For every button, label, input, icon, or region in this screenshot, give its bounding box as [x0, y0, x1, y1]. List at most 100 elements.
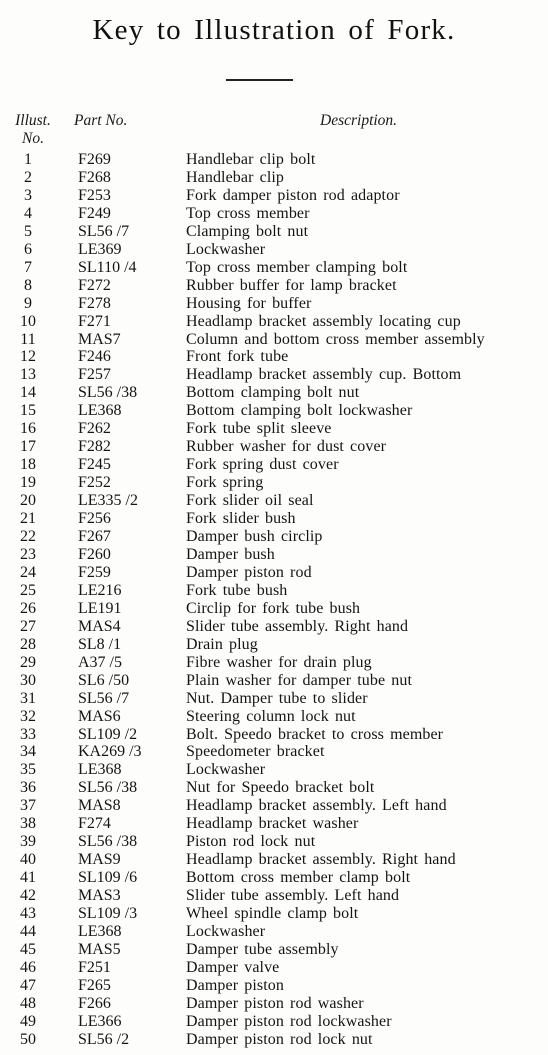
- illust-number: 18: [20, 456, 36, 474]
- illust-number: 11: [20, 330, 36, 348]
- illust-number: 39: [20, 833, 36, 851]
- column-header-illust-line2: No.: [22, 130, 44, 147]
- table-row: 43 SL109 /3 Wheel spindle clamp bolt: [0, 905, 548, 923]
- table-row: 19 F252 Fork spring: [0, 474, 548, 492]
- part-number: SL109 /3: [78, 905, 138, 923]
- part-description: Handlebar clip bolt: [186, 151, 316, 168]
- illust-number: 47: [20, 976, 36, 994]
- table-row: 33 SL109 /2 Bolt. Speedo bracket to cross …: [0, 726, 548, 744]
- table-row: 42 MAS3 Slider tube assembly. Left hand: [0, 887, 548, 905]
- part-number: A37 /5: [78, 653, 122, 671]
- part-description: Headlamp bracket assembly. Left hand: [186, 797, 447, 815]
- part-description: Fork spring dust cover: [186, 456, 339, 474]
- table-row: 16 F262 Fork tube split sleeve: [0, 420, 548, 438]
- table-row: 30 SL6 /50 Plain washer for damper tube nu…: [0, 672, 548, 690]
- illust-number: 31: [20, 689, 36, 707]
- table-row: 27 MAS4 Slider tube assembly. Right hand: [0, 618, 548, 636]
- illust-number: 37: [20, 797, 36, 815]
- illust-number: 42: [20, 887, 36, 905]
- illust-number: 10: [20, 312, 36, 330]
- illust-number: 22: [20, 528, 36, 546]
- part-number: LE368: [78, 922, 122, 940]
- part-description: Damper piston rod lockwasher: [186, 1012, 392, 1030]
- part-description: Top cross member clamping bolt: [186, 258, 408, 276]
- illust-number: 1: [24, 151, 32, 168]
- part-description: Rubber buffer for lamp bracket: [186, 276, 397, 294]
- table-row: 20 LE335 /2 Fork slider oil seal: [0, 492, 548, 510]
- illust-number: 24: [20, 563, 36, 581]
- parts-table: 1 F269 Handlebar clip bolt 2 F268 Handlebar c…: [0, 151, 548, 1049]
- table-row: 7 SL110 /4 Top cross member clamping bolt: [0, 259, 548, 277]
- column-header-illust-no: Illust. No.: [10, 112, 56, 148]
- part-description: Plain washer for damper tube nut: [186, 671, 413, 689]
- illust-number: 46: [20, 958, 36, 976]
- part-description: Bottom cross member clamp bolt: [186, 869, 411, 887]
- part-description: Bottom clamping bolt lockwasher: [186, 402, 413, 420]
- part-description: Slider tube assembly. Left hand: [186, 887, 400, 905]
- table-row: 24 F259 Damper piston rod: [0, 564, 548, 582]
- part-number: SL110 /4: [78, 258, 137, 276]
- table-row: 18 F245 Fork spring dust cover: [0, 456, 548, 474]
- table-row: 3 F253 Fork damper piston rod adaptor: [0, 187, 548, 205]
- part-number: LE369: [78, 240, 122, 258]
- table-row: 11 MAS7 Column and bottom cross member ass…: [0, 331, 548, 349]
- part-description: Damper piston rod washer: [186, 994, 364, 1012]
- part-number: LE216: [78, 581, 122, 599]
- illust-number: 25: [20, 581, 36, 599]
- table-row: 49 LE366 Damper piston rod lockwasher: [0, 1013, 548, 1031]
- table-row: 9 F278 Housing for buffer: [0, 295, 548, 313]
- part-number: SL109 /2: [78, 725, 138, 743]
- table-row: 8 F272 Rubber buffer for lamp bracket: [0, 277, 548, 295]
- part-description: Bolt. Speedo bracket to cross member: [186, 725, 444, 743]
- part-number: LE335 /2: [78, 492, 138, 510]
- part-number: SL56 /38: [78, 833, 138, 851]
- part-description: Steering column lock nut: [186, 707, 356, 725]
- table-row: 17 F282 Rubber washer for dust cover: [0, 438, 548, 456]
- part-number: LE366: [78, 1012, 122, 1030]
- table-row: 34 KA269 /3 Speedometer bracket: [0, 743, 548, 761]
- illust-number: 6: [24, 240, 32, 258]
- part-number: F260: [78, 545, 111, 563]
- illust-number: 33: [20, 725, 36, 743]
- part-number: F266: [78, 994, 111, 1012]
- table-row: 5 SL56 /7 Clamping bolt nut: [0, 223, 548, 241]
- part-number: F249: [78, 204, 111, 222]
- part-description: Speedometer bracket: [186, 743, 325, 761]
- illust-number: 28: [20, 635, 36, 653]
- part-number: MAS3: [78, 887, 121, 905]
- table-row: 21 F256 Fork slider bush: [0, 510, 548, 528]
- illust-number: 12: [20, 348, 36, 366]
- illust-number: 26: [20, 599, 36, 617]
- illust-number: 30: [20, 671, 36, 689]
- part-number: MAS8: [78, 797, 121, 815]
- part-description: Clamping bolt nut: [186, 222, 309, 240]
- table-row: 23 F260 Damper bush: [0, 546, 548, 564]
- table-row: 13 F257 Headlamp bracket assembly cup. Bot…: [0, 366, 548, 384]
- part-number: F267: [78, 528, 111, 546]
- table-row: 2 F268 Handlebar clip: [0, 169, 548, 187]
- part-description: Fork tube split sleeve: [186, 420, 332, 438]
- part-number: MAS5: [78, 940, 121, 958]
- illust-number: 50: [20, 1030, 36, 1048]
- part-number: LE191: [78, 599, 122, 617]
- table-row: 31 SL56 /7 Nut. Damper tube to slider: [0, 690, 548, 708]
- illust-number: 3: [24, 186, 32, 204]
- illust-number: 14: [20, 384, 36, 402]
- part-number: SL56 /2: [78, 1030, 130, 1048]
- part-description: Lockwasher: [186, 761, 266, 779]
- illust-number: 15: [20, 402, 36, 420]
- part-number: KA269 /3: [78, 743, 142, 761]
- illust-number: 41: [20, 869, 36, 887]
- part-number: SL56 /7: [78, 222, 130, 240]
- part-description: Nut for Speedo bracket bolt: [186, 779, 375, 797]
- part-description: Damper tube assembly: [186, 940, 339, 958]
- illust-number: 8: [24, 276, 32, 294]
- part-description: Bottom clamping bolt nut: [186, 384, 360, 402]
- part-number: SL8 /1: [78, 635, 122, 653]
- table-row: 41 SL109 /6 Bottom cross member clamp bolt: [0, 869, 548, 887]
- part-description: Nut. Damper tube to slider: [186, 689, 368, 707]
- part-number: F278: [78, 294, 111, 312]
- table-row: 14 SL56 /38 Bottom clamping bolt nut: [0, 384, 548, 402]
- part-description: Front fork tube: [186, 348, 289, 366]
- part-number: F271: [78, 312, 111, 330]
